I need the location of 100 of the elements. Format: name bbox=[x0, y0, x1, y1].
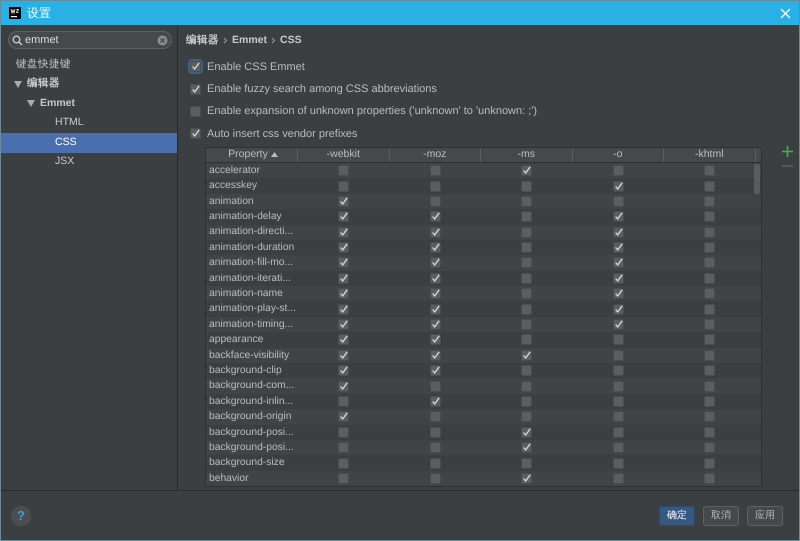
checkbox[interactable] bbox=[338, 458, 350, 469]
column-header[interactable]: -webkit bbox=[298, 148, 390, 162]
checkbox[interactable] bbox=[521, 319, 532, 330]
checkbox[interactable] bbox=[521, 196, 532, 207]
checkbox[interactable] bbox=[612, 196, 624, 207]
checkbox[interactable] bbox=[704, 458, 716, 469]
checkbox[interactable] bbox=[430, 380, 441, 392]
tree-item[interactable]: HTML bbox=[1, 114, 177, 133]
checkbox[interactable] bbox=[430, 211, 441, 222]
checkbox[interactable] bbox=[338, 319, 350, 330]
checkbox[interactable] bbox=[704, 334, 716, 346]
checkbox[interactable] bbox=[704, 196, 716, 207]
checkbox[interactable] bbox=[338, 211, 350, 222]
checkbox[interactable] bbox=[521, 426, 532, 438]
checkbox[interactable] bbox=[521, 472, 532, 484]
checkbox[interactable] bbox=[190, 84, 201, 95]
checkbox[interactable] bbox=[612, 365, 624, 376]
checkbox[interactable] bbox=[612, 319, 624, 330]
checkbox[interactable] bbox=[612, 458, 624, 469]
checkbox[interactable] bbox=[521, 272, 532, 284]
checkbox[interactable] bbox=[190, 106, 201, 117]
checkbox[interactable] bbox=[704, 396, 716, 407]
checkbox[interactable] bbox=[338, 257, 350, 268]
checkbox[interactable] bbox=[612, 426, 624, 438]
checkbox[interactable] bbox=[704, 442, 716, 454]
column-header[interactable]: Property bbox=[206, 148, 298, 162]
checkbox[interactable] bbox=[430, 272, 441, 284]
option-label[interactable]: Enable CSS Emmet bbox=[207, 58, 305, 76]
checkbox[interactable] bbox=[704, 180, 716, 192]
checkbox[interactable] bbox=[430, 411, 441, 422]
checkbox[interactable] bbox=[704, 272, 716, 284]
checkbox[interactable] bbox=[338, 304, 350, 315]
checkbox[interactable] bbox=[521, 211, 532, 222]
checkbox[interactable] bbox=[430, 165, 441, 176]
checkbox[interactable] bbox=[612, 472, 624, 484]
checkbox[interactable] bbox=[521, 458, 532, 469]
tree-arrow-icon[interactable] bbox=[14, 80, 22, 88]
checkbox[interactable] bbox=[704, 226, 716, 238]
checkbox[interactable] bbox=[612, 180, 624, 192]
tree-item[interactable]: 键盘快捷键 bbox=[1, 55, 177, 74]
checkbox[interactable] bbox=[338, 165, 350, 176]
checkbox[interactable] bbox=[704, 426, 716, 438]
checkbox[interactable] bbox=[704, 350, 716, 361]
checkbox[interactable] bbox=[521, 396, 532, 407]
checkbox[interactable] bbox=[612, 380, 624, 392]
checkbox[interactable] bbox=[612, 257, 624, 268]
checkbox[interactable] bbox=[704, 304, 716, 315]
checkbox[interactable] bbox=[338, 396, 350, 407]
checkbox[interactable] bbox=[338, 196, 350, 207]
dialog-button[interactable]: 取消 bbox=[703, 506, 739, 526]
checkbox[interactable] bbox=[612, 165, 624, 176]
checkbox[interactable] bbox=[704, 380, 716, 392]
search-field[interactable]: emmet bbox=[8, 31, 172, 49]
checkbox[interactable] bbox=[521, 226, 532, 238]
checkbox[interactable] bbox=[521, 365, 532, 376]
checkbox[interactable] bbox=[704, 365, 716, 376]
checkbox[interactable] bbox=[338, 472, 350, 484]
checkbox[interactable] bbox=[338, 442, 350, 454]
checkbox[interactable] bbox=[430, 226, 441, 238]
checkbox[interactable] bbox=[521, 288, 532, 300]
checkbox[interactable] bbox=[430, 365, 441, 376]
tree-item[interactable]: 编辑器 bbox=[1, 74, 177, 94]
checkbox[interactable] bbox=[430, 180, 441, 192]
checkbox[interactable] bbox=[704, 165, 716, 176]
tree-item[interactable]: JSX bbox=[1, 152, 177, 172]
checkbox[interactable] bbox=[521, 334, 532, 346]
checkbox[interactable] bbox=[430, 426, 441, 438]
checkbox[interactable] bbox=[521, 242, 532, 254]
checkbox[interactable] bbox=[704, 242, 716, 254]
checkbox[interactable] bbox=[338, 350, 350, 361]
checkbox[interactable] bbox=[704, 411, 716, 422]
dialog-button[interactable]: 应用 bbox=[747, 506, 783, 526]
checkbox[interactable] bbox=[521, 442, 532, 454]
checkbox[interactable] bbox=[521, 380, 532, 392]
checkbox[interactable] bbox=[430, 350, 441, 361]
checkbox[interactable] bbox=[612, 242, 624, 254]
checkbox[interactable] bbox=[704, 319, 716, 330]
checkbox[interactable] bbox=[704, 288, 716, 300]
scrollbar-thumb[interactable] bbox=[754, 164, 760, 194]
option-label[interactable]: Auto insert css vendor prefixes bbox=[207, 126, 358, 142]
checkbox[interactable] bbox=[612, 442, 624, 454]
tree-item[interactable]: Emmet bbox=[1, 94, 177, 114]
checkbox[interactable] bbox=[338, 380, 350, 392]
tree-arrow-icon[interactable] bbox=[27, 100, 35, 108]
checkbox[interactable] bbox=[612, 288, 624, 300]
checkbox[interactable] bbox=[612, 211, 624, 222]
checkbox[interactable] bbox=[612, 396, 624, 407]
checkbox[interactable] bbox=[430, 196, 441, 207]
checkbox[interactable] bbox=[338, 365, 350, 376]
checkbox[interactable] bbox=[430, 319, 441, 330]
checkbox[interactable] bbox=[521, 257, 532, 268]
checkbox[interactable] bbox=[521, 180, 532, 192]
checkbox[interactable] bbox=[430, 304, 441, 315]
column-header[interactable]: -moz bbox=[390, 148, 481, 162]
checkbox[interactable] bbox=[190, 128, 201, 140]
add-icon[interactable] bbox=[782, 146, 793, 157]
tree-item[interactable]: CSS bbox=[1, 133, 177, 152]
checkbox[interactable] bbox=[612, 272, 624, 284]
checkbox[interactable] bbox=[338, 288, 350, 300]
checkbox[interactable] bbox=[430, 242, 441, 254]
